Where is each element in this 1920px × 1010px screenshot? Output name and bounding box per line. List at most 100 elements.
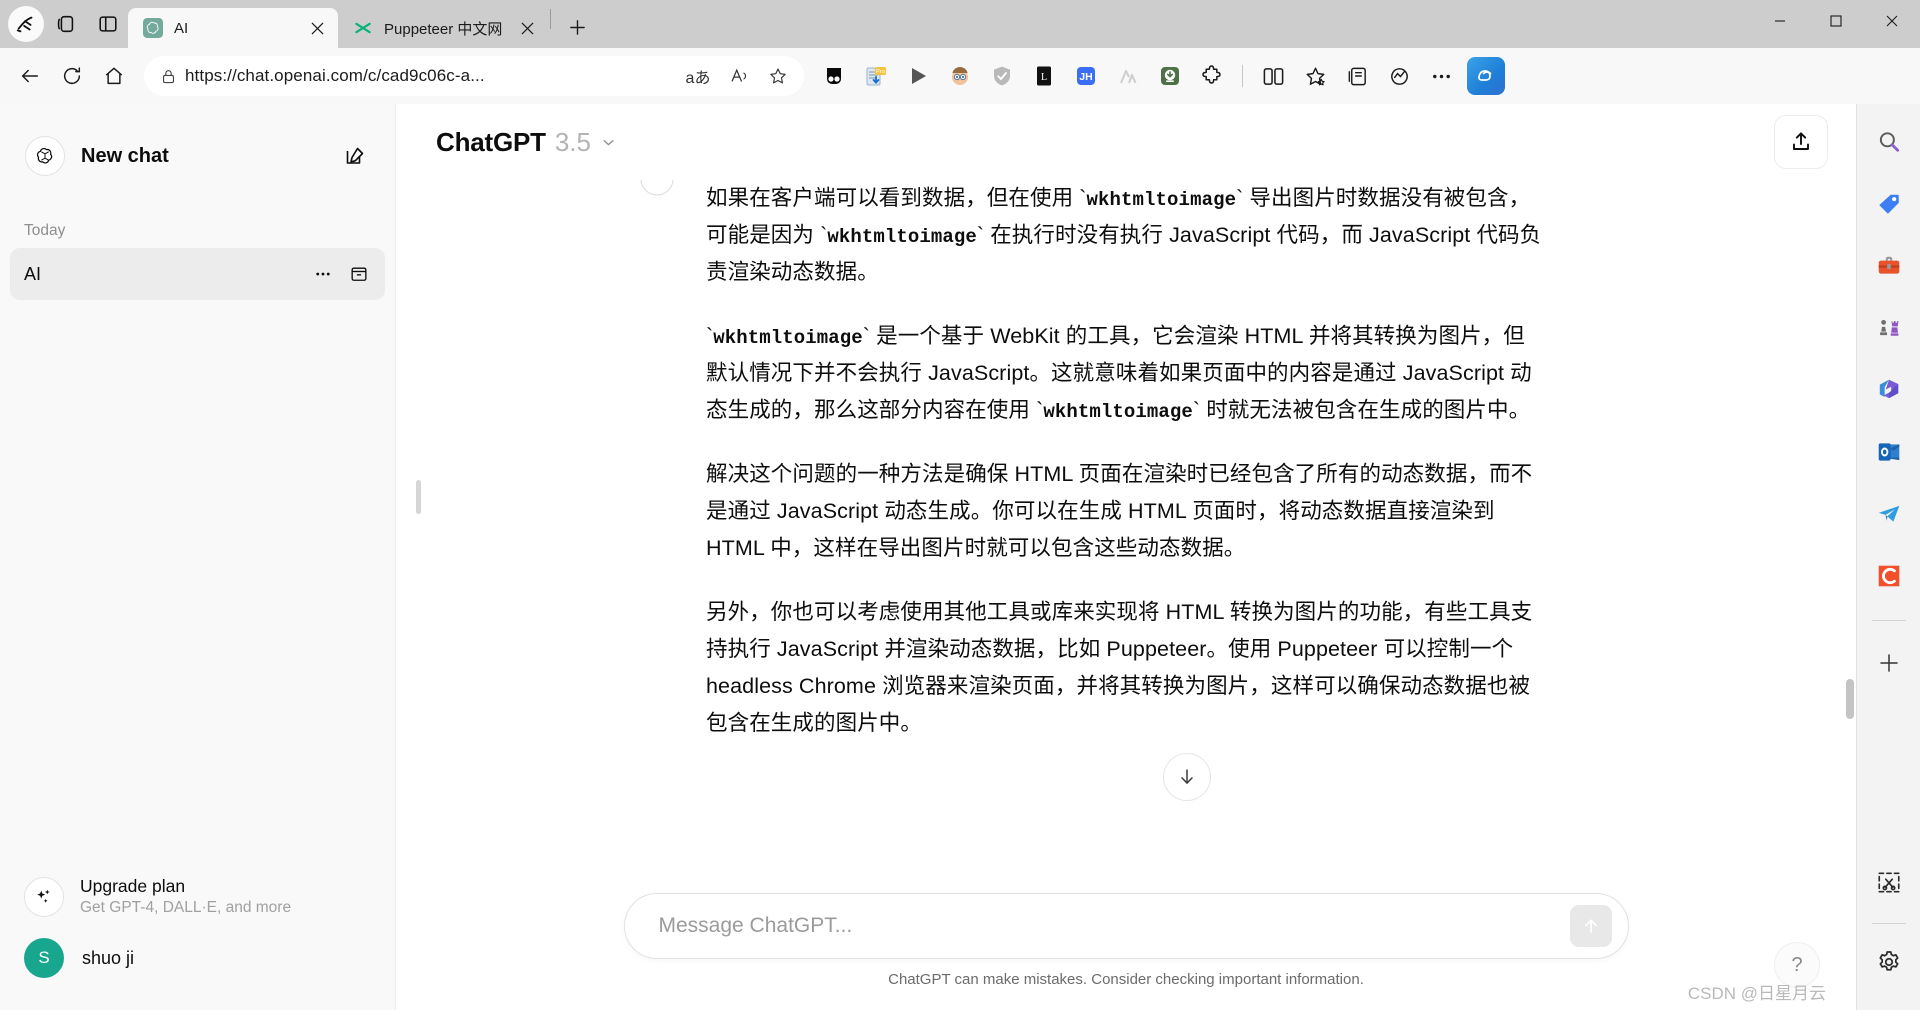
extension-download-green-icon[interactable] — [1150, 56, 1190, 96]
share-upload-icon — [1789, 130, 1813, 154]
assistant-avatar-icon — [640, 180, 674, 196]
read-aloud-icon[interactable] — [722, 60, 754, 92]
extension-lu-dark-icon[interactable]: L — [1024, 56, 1064, 96]
text-run: 另外，你也可以考虑使用其他工具或库来实现将 HTML 转换为图片的功能，有些工具… — [706, 600, 1532, 735]
chatgpt-page: New chat Today AI — [0, 104, 1856, 1010]
web-capture-icon[interactable] — [1867, 861, 1911, 905]
svg-text:Pro: Pro — [876, 69, 885, 75]
chat-archive-icon[interactable] — [345, 260, 373, 288]
tab-strip: AI Puppeteer 中文网 — [128, 0, 1752, 48]
sidebar-bottom: Upgrade plan Get GPT-4, DALL·E, and more… — [10, 866, 385, 1000]
toolbar-separator — [1242, 65, 1243, 87]
tab-collections-icon[interactable] — [46, 4, 86, 44]
extension-shield-check-icon[interactable] — [982, 56, 1022, 96]
browser-essentials-icon[interactable] — [8, 6, 44, 42]
tab-close-icon[interactable] — [514, 15, 540, 41]
user-profile-button[interactable]: S shuo ji — [10, 928, 385, 988]
minimize-button[interactable] — [1752, 0, 1808, 42]
title-bar: AI Puppeteer 中文网 — [0, 0, 1920, 48]
message-input[interactable]: Message ChatGPT... — [659, 914, 1570, 938]
settings-and-more-button[interactable] — [1421, 56, 1461, 96]
svg-text:JH: JH — [1079, 71, 1092, 83]
chat-header: ChatGPT 3.5 — [396, 104, 1856, 180]
search-icon[interactable] — [1867, 120, 1911, 164]
split-screen-icon[interactable] — [88, 4, 128, 44]
chat-main: ChatGPT 3.5 — [396, 104, 1856, 1010]
c-app-icon[interactable] — [1867, 554, 1911, 598]
shopping-tag-icon[interactable] — [1867, 182, 1911, 226]
extension-mountain-grey-icon[interactable] — [1108, 56, 1148, 96]
assistant-message: 如果在客户端可以看到数据，但在使用 `wkhtmltoimage` 导出图片时数… — [676, 180, 1576, 742]
thread-scroll-indicator[interactable] — [416, 480, 421, 514]
split-screen-button[interactable] — [1253, 56, 1293, 96]
message-composer[interactable]: Message ChatGPT... — [624, 893, 1629, 959]
new-chat-button[interactable]: New chat — [10, 128, 385, 184]
sidebar-chat-ai[interactable]: AI — [10, 248, 385, 300]
send-button[interactable] — [1570, 905, 1612, 947]
inline-code: wkhtmltoimage — [1087, 189, 1237, 211]
inline-code: wkhtmltoimage — [827, 226, 977, 248]
text-run: 解决这个问题的一种方法是确保 HTML 页面在渲染时已经包含了所有的动态数据，而… — [706, 462, 1532, 560]
collections-button[interactable] — [1337, 56, 1377, 96]
share-chat-button[interactable] — [1774, 115, 1828, 169]
openai-logo-icon — [25, 136, 65, 176]
extension-play-media-icon[interactable] — [898, 56, 938, 96]
disclaimer-text: ChatGPT can make mistakes. Consider chec… — [396, 959, 1856, 998]
chat-more-icon[interactable] — [309, 260, 337, 288]
tab-puppeteer[interactable]: Puppeteer 中文网 — [338, 8, 548, 48]
tools-toolbox-icon[interactable] — [1867, 244, 1911, 288]
chat-group-title: Today — [10, 222, 385, 240]
inline-code: wkhtmltoimage — [1043, 401, 1193, 423]
add-sidebar-app-button[interactable] — [1867, 641, 1911, 685]
favorites-button[interactable] — [1295, 56, 1335, 96]
sidebar-divider-bottom — [1872, 923, 1906, 924]
chevron-down-icon — [600, 134, 617, 151]
titlebar-left-buttons — [0, 0, 128, 48]
model-name: ChatGPT — [436, 127, 546, 158]
model-version: 3.5 — [555, 127, 591, 158]
extension-black-glasses-icon[interactable] — [814, 56, 854, 96]
tab-close-icon[interactable] — [304, 15, 330, 41]
telegram-icon[interactable] — [1867, 492, 1911, 536]
sidebar-divider — [1872, 620, 1906, 621]
composer-area: Message ChatGPT... ChatGPT can make mist… — [396, 893, 1856, 1010]
new-chat-label: New chat — [81, 145, 324, 168]
puppeteer-logo-icon — [352, 17, 374, 39]
outlook-icon[interactable] — [1867, 430, 1911, 474]
chatgpt-sidebar: New chat Today AI — [0, 104, 396, 1010]
avatar: S — [24, 938, 64, 978]
reload-button[interactable] — [52, 56, 92, 96]
navigation-toolbar: https://chat.openai.com/c/cad9c06c-a... … — [0, 48, 1920, 104]
window-controls — [1752, 0, 1920, 48]
tab-separator — [550, 9, 551, 29]
close-button[interactable] — [1864, 0, 1920, 42]
maximize-button[interactable] — [1808, 0, 1864, 42]
new-chat-pencil-icon[interactable] — [340, 141, 370, 171]
page-scrollbar-thumb[interactable] — [1846, 679, 1854, 719]
text-run: 如果在客户端可以看到数据，但在使用 ` — [706, 186, 1087, 210]
upgrade-title: Upgrade plan — [80, 875, 291, 898]
watermark-text: CSDN @日星月云 — [1688, 979, 1826, 1004]
upgrade-plan-button[interactable]: Upgrade plan Get GPT-4, DALL·E, and more — [10, 866, 385, 928]
browser-essentials-button[interactable] — [1379, 56, 1419, 96]
extension-puzzle-piece-icon[interactable] — [1192, 56, 1232, 96]
message-paragraph-4: 另外，你也可以考虑使用其他工具或库来实现将 HTML 转换为图片的功能，有些工具… — [706, 594, 1546, 742]
model-selector[interactable]: ChatGPT 3.5 — [424, 121, 629, 164]
copilot-button[interactable] — [1467, 57, 1505, 95]
extension-pro-downloader-icon[interactable]: Pro — [856, 56, 896, 96]
back-button[interactable] — [10, 56, 50, 96]
tab-ai[interactable]: AI — [128, 8, 338, 48]
scroll-to-bottom-button[interactable] — [1163, 753, 1211, 801]
address-bar[interactable]: https://chat.openai.com/c/cad9c06c-a... … — [144, 56, 804, 96]
settings-gear-icon[interactable] — [1867, 940, 1911, 984]
translate-icon[interactable]: aあ — [682, 60, 714, 92]
extension-avatar-face-icon[interactable] — [940, 56, 980, 96]
games-chess-icon[interactable] — [1867, 306, 1911, 350]
new-tab-button[interactable] — [559, 9, 595, 45]
star-icon[interactable] — [762, 60, 794, 92]
home-button[interactable] — [94, 56, 134, 96]
message-thread: 如果在客户端可以看到数据，但在使用 `wkhtmltoimage` 导出图片时数… — [396, 180, 1856, 893]
extension-jh-blue-icon[interactable]: JH — [1066, 56, 1106, 96]
microsoft-365-icon[interactable] — [1867, 368, 1911, 412]
text-run: ` 时就无法被包含在生成的图片中。 — [1193, 398, 1530, 422]
